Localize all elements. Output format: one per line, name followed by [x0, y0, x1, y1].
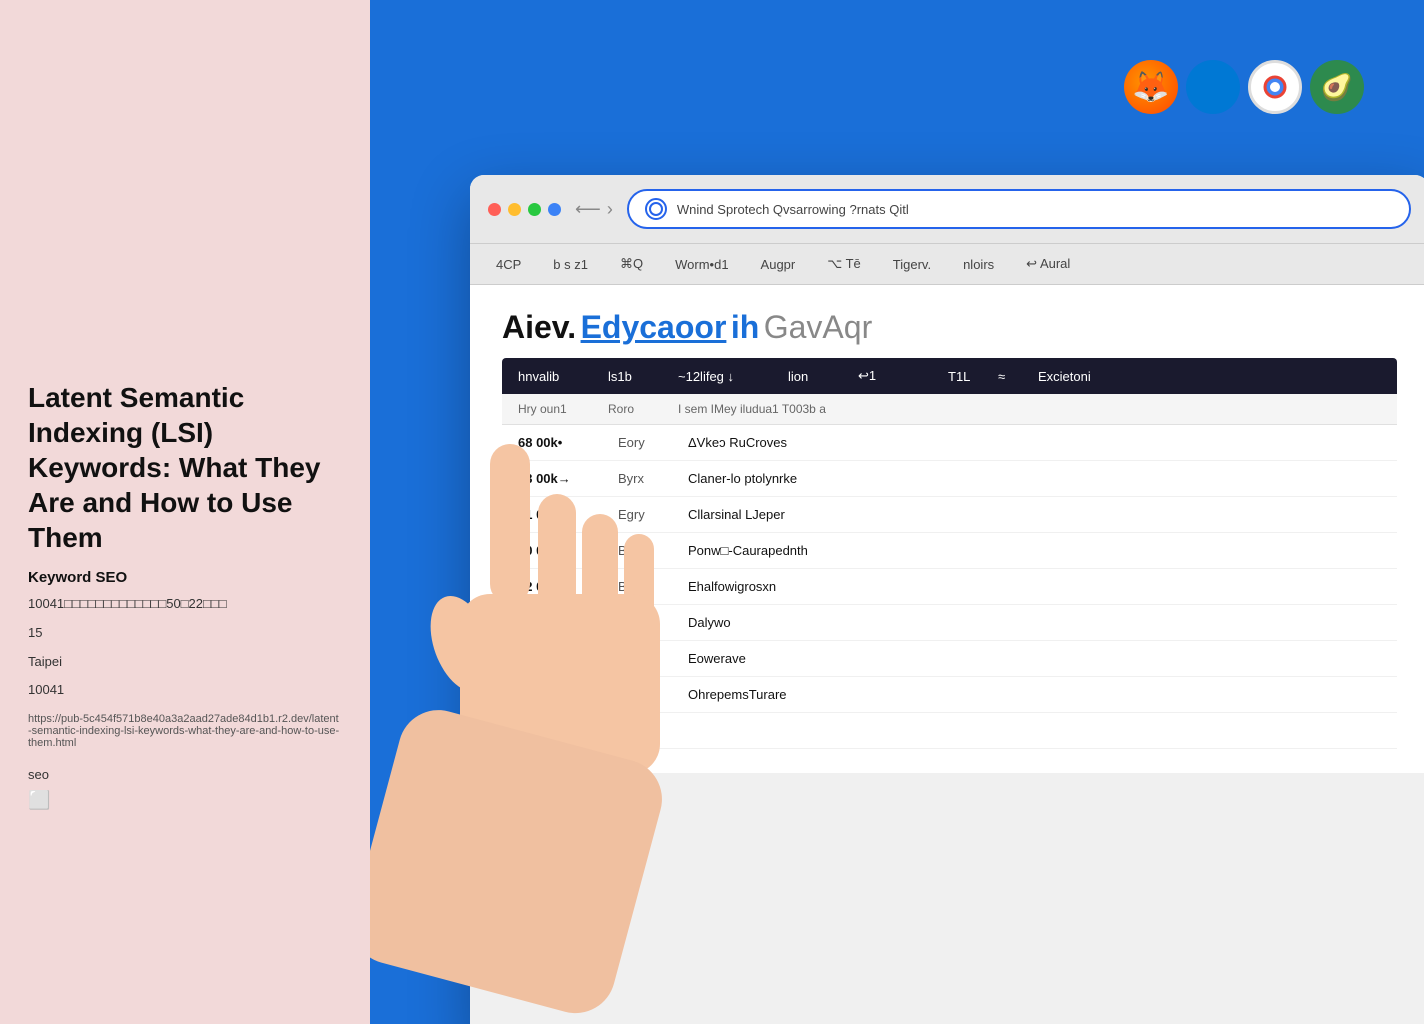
th-arrow: ↩1: [858, 368, 888, 384]
table-row[interactable]: 32 00k• Bory Eowerave: [502, 641, 1397, 677]
cell-volume: 13 00k→: [518, 471, 598, 486]
cell-volume: 82 00k•: [518, 579, 598, 594]
tab-1[interactable]: b s z1: [545, 253, 596, 276]
tab-tigerv[interactable]: Tigerv.: [885, 253, 939, 276]
article-tag: seo: [28, 767, 342, 782]
table-row[interactable]: SO 00k• Nillv OhrepemsTurare: [502, 677, 1397, 713]
cell-keyword: ΔVkeɔ RuCroves: [688, 435, 1381, 450]
table-row[interactable]: 81 00k• Egry Cllarsinal LJeper: [502, 497, 1397, 533]
cell-name: Bylɡ: [618, 543, 668, 558]
tab-worm[interactable]: Worm•d1: [667, 253, 736, 276]
browser-window: ⟵ › Wnind Sprotech Qvsarrowing ?rnats Qi…: [470, 175, 1424, 1024]
cell-volume: 80 00k•: [518, 543, 598, 558]
cell-keyword: Ponw□-Caurapednth: [688, 543, 1381, 558]
th-hnvalib: hnvalib: [518, 369, 588, 384]
table-row[interactable]: 82 00k• Bury Ehalfowigrosxn: [502, 569, 1397, 605]
browser-icon: [645, 198, 667, 220]
table-subheader: Hry oun1 Roro I sem IMey iludua1 T003b a: [502, 394, 1397, 425]
cell-keyword: Ehalfowigrosxn: [688, 579, 1381, 594]
close-button[interactable]: [488, 203, 501, 216]
cell-keyword: Dalywo: [688, 615, 1381, 630]
cell-volume: 17 00k•: [518, 615, 598, 630]
table-row[interactable]: 80 00k• Bylɡ Ponw□-Caurapednth: [502, 533, 1397, 569]
th-approx: ≈: [998, 369, 1018, 384]
cell-name: Eory: [618, 435, 668, 450]
cell-name: Egry: [618, 507, 668, 522]
page-title-part4: GavAqr: [764, 309, 872, 345]
cell-keyword: Eowerave: [688, 651, 1381, 666]
tab-te[interactable]: ⌥ Tē: [819, 252, 869, 276]
cell-keyword: OhrepemsTurare: [688, 687, 1381, 702]
cell-name: Nillv: [618, 687, 668, 702]
article-bookmark-icon: ⬜: [28, 790, 342, 811]
cell-keyword: Claner-lo ptolynrke: [688, 471, 1381, 486]
left-sidebar: Latent Semantic Indexing (LSI) Keywords:…: [0, 0, 370, 1024]
cell-name: Bory: [618, 651, 668, 666]
table-row[interactable]: 8F 00k•: [502, 713, 1397, 749]
sub-roro: Roro: [608, 402, 658, 416]
table-header: hnvalib ls1b ~12lifeg ↓ lion ↩1 T1L ≈ Ex…: [502, 358, 1397, 394]
sub-hryoun: Hry oun1: [518, 402, 588, 416]
table-row[interactable]: 68 00k• Eory ΔVkeɔ RuCroves: [502, 425, 1397, 461]
th-lifeg: ~12lifeg ↓: [678, 369, 768, 384]
cell-volume: 8F 00k•: [518, 723, 598, 738]
address-text[interactable]: Wnind Sprotech Qvsarrowing ?rnats Qitl: [677, 202, 1393, 217]
browser-tabs: 4CP b s z1 ⌘Q Worm•d1 Augpr ⌥ Tē Tigerv.…: [470, 244, 1424, 285]
table-row[interactable]: 17 00k• Rylɡ Dalywo: [502, 605, 1397, 641]
minimize-button[interactable]: [508, 203, 521, 216]
chrome-logo: [1248, 60, 1302, 114]
table-row[interactable]: 13 00k→ Byrx Claner-lo ptolynrke: [502, 461, 1397, 497]
th-lion: lion: [788, 369, 838, 384]
page-title-part1: Aiev.: [502, 309, 576, 345]
article-url[interactable]: https://pub-5c454f571b8e40a3a2aad27ade84…: [28, 713, 342, 749]
browser-chrome-bar: ⟵ › Wnind Sprotech Qvsarrowing ?rnats Qi…: [470, 175, 1424, 244]
article-title: Latent Semantic Indexing (LSI) Keywords:…: [28, 380, 342, 555]
browser-nav: ⟵ ›: [575, 199, 613, 220]
cell-volume: 81 00k•: [518, 507, 598, 522]
article-meta-line1: 10041□□□□□□□□□□□□□50□22□□□: [28, 594, 342, 615]
tab-augpr[interactable]: Augpr: [753, 253, 804, 276]
cell-volume: 68 00k•: [518, 435, 598, 450]
tab-nloirs[interactable]: nloirs: [955, 253, 1002, 276]
tab-0[interactable]: 4CP: [488, 253, 529, 276]
firefox-logo: 🦊: [1124, 60, 1178, 114]
maximize-button[interactable]: [528, 203, 541, 216]
avocado-logo: 🥑: [1310, 60, 1364, 114]
th-excietoni: Excietoni: [1038, 369, 1381, 384]
page-title-part3: ih: [731, 309, 759, 345]
cell-keyword: Cllarsinal LJeper: [688, 507, 1381, 522]
back-icon[interactable]: ⟵: [575, 199, 601, 220]
traffic-lights: [488, 203, 561, 216]
forward-icon[interactable]: ›: [607, 199, 613, 220]
article-meta-line2: 15: [28, 623, 342, 644]
page-title-block: Aiev. Edycaoor ih GavAqr: [502, 309, 1397, 346]
article-category: Keyword SEO: [28, 569, 342, 586]
th-t1l: T1L: [948, 369, 978, 384]
article-meta-line3: Taipei: [28, 652, 342, 673]
browser-content: Aiev. Edycaoor ih GavAqr hnvalib ls1b ~1…: [470, 285, 1424, 773]
cell-name: Bury: [618, 579, 668, 594]
th-ls1b: ls1b: [608, 369, 658, 384]
edge-logo: [1186, 60, 1240, 114]
extra-button[interactable]: [548, 203, 561, 216]
browser-logos: 🦊 🥑: [1124, 60, 1364, 114]
sub-desc: I sem IMey iludua1 T003b a: [678, 402, 1381, 416]
cell-name: Rylɡ: [618, 615, 668, 630]
right-panel: 🦊 🥑 ⟵ ›: [370, 0, 1424, 1024]
page-title-part2: Edycaoor: [581, 309, 727, 345]
cell-name: Byrx: [618, 471, 668, 486]
tab-2[interactable]: ⌘Q: [612, 252, 651, 276]
article-meta-line4: 10041: [28, 680, 342, 701]
cell-volume: SO 00k•: [518, 687, 598, 702]
address-bar[interactable]: Wnind Sprotech Qvsarrowing ?rnats Qitl: [627, 189, 1411, 229]
cell-volume: 32 00k•: [518, 651, 598, 666]
table-rows-container: 68 00k• Eory ΔVkeɔ RuCroves 13 00k→ Byrx…: [502, 425, 1397, 749]
tab-aural[interactable]: ↩ Aural: [1018, 252, 1078, 276]
